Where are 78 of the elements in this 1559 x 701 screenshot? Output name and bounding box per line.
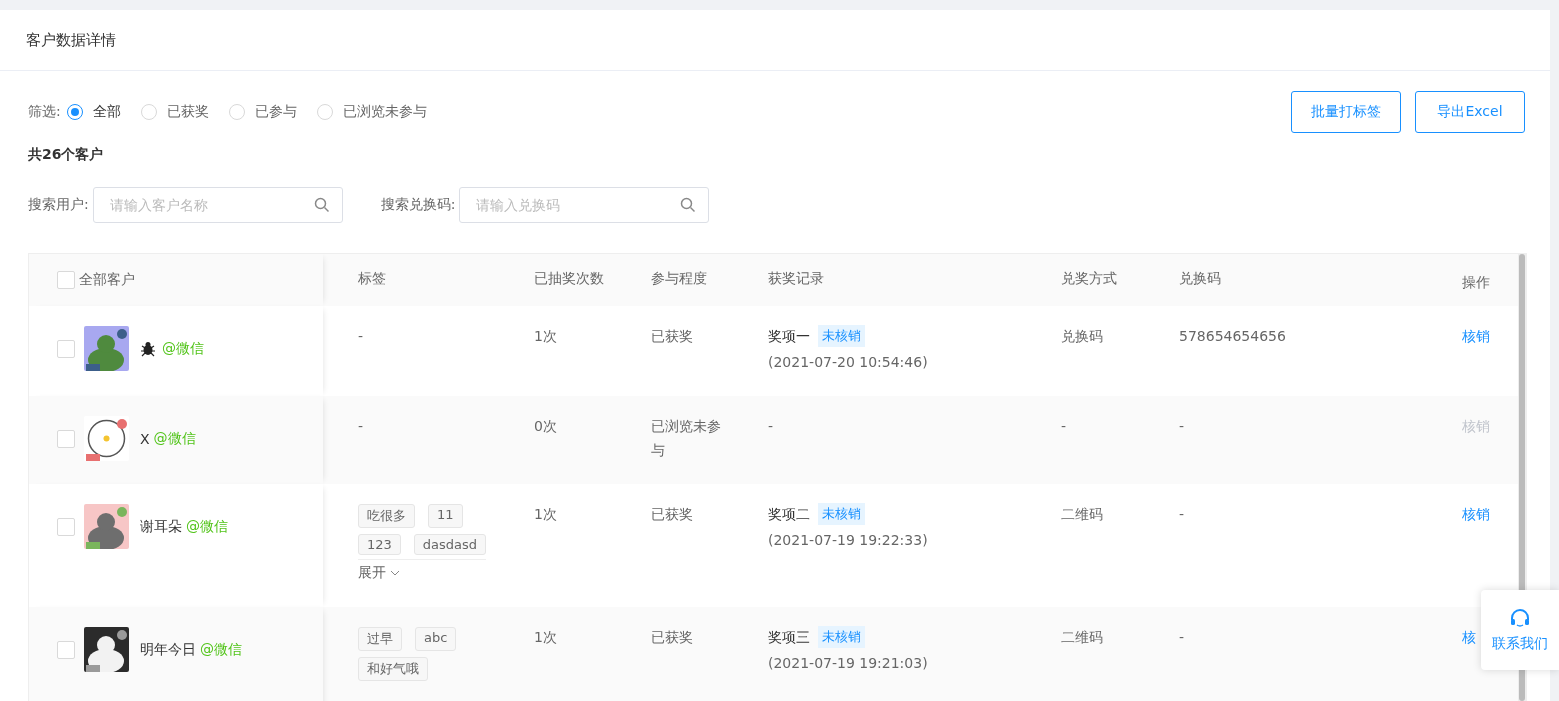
export-button[interactable]: 导出Excel (1415, 90, 1525, 133)
filter-radio[interactable]: 已参与 (228, 102, 297, 121)
table-cell-text: 二维码 (1061, 505, 1104, 524)
bug-icon (140, 341, 156, 357)
column-header: 标签 (358, 270, 386, 286)
checkbox[interactable] (57, 518, 75, 536)
customer-name: 明年今日 (140, 641, 196, 659)
status-tag: 未核销 (818, 626, 865, 648)
filter-radio[interactable]: 已浏览未参与 (316, 102, 427, 121)
table-cell-text: - (358, 327, 365, 346)
search-icon[interactable] (680, 197, 697, 213)
checkbox[interactable] (57, 641, 75, 659)
column-header: 全部客户 (79, 271, 135, 289)
verify-link[interactable]: 核 (1462, 625, 1476, 649)
customer-count: 共26个客户 (28, 146, 105, 164)
table-cell-text: 1次 (534, 327, 558, 346)
tag: 吃很多 (358, 504, 415, 528)
column-header: 兑奖方式 (1061, 270, 1117, 286)
search-label: 搜索用户: (28, 196, 89, 214)
contact-label: 联系我们 (1492, 635, 1548, 653)
tag: 和好气哦 (358, 657, 428, 681)
checkbox[interactable] (57, 430, 75, 448)
page-title: 客户数据详情 (0, 10, 1550, 71)
filter-radio[interactable]: 全部 (66, 102, 121, 121)
tag: dasdasd (413, 534, 487, 555)
search-label: 搜索兑换码: (380, 196, 456, 214)
column-header: 已抽奖次数 (534, 270, 604, 286)
filter-radio[interactable]: 已获奖 (140, 102, 209, 121)
status-tag: 未核销 (818, 325, 865, 347)
chevron-down-icon (390, 570, 400, 576)
prize-time: (2021-07-20 10:54:46) (768, 353, 929, 372)
table-cell-text: - (1179, 417, 1186, 436)
channel-label: @微信 (200, 641, 242, 659)
table-cell-text: 0次 (534, 417, 558, 436)
search-field[interactable]: 请输入兑换码 (459, 187, 710, 223)
prize-name: 奖项一 (768, 327, 810, 346)
column-header: 参与程度 (651, 270, 707, 286)
verify-link[interactable]: 核销 (1462, 324, 1490, 348)
table-cell-text: 已获奖 (651, 327, 694, 346)
search-icon[interactable] (313, 197, 330, 213)
table-cell-text: - (1179, 505, 1186, 524)
table-cell-text: 已浏览未参与 (651, 417, 722, 460)
table-cell-text: 兑换码 (1061, 327, 1104, 346)
prize-time: (2021-07-19 19:21:03) (768, 654, 929, 673)
customer-name: 谢耳朵 (140, 518, 182, 536)
verify-link[interactable]: 核销 (1462, 502, 1490, 526)
filter-label: 筛选: (28, 102, 61, 121)
table-cell-text: 已获奖 (651, 628, 694, 647)
checkbox[interactable] (57, 340, 75, 358)
table-cell-text: 578654654656 (1179, 327, 1287, 346)
tag: 11 (428, 504, 463, 528)
prize-name: 奖项二 (768, 505, 810, 524)
contact-widget[interactable]: 联系我们 (1481, 590, 1559, 670)
column-header: 兑换码 (1179, 270, 1221, 286)
column-header: 获奖记录 (768, 270, 824, 286)
expand-link[interactable]: 展开 (358, 559, 486, 582)
table-cell-text: - (358, 417, 365, 436)
prize-name: 奖项三 (768, 628, 810, 647)
channel-label: @微信 (153, 430, 196, 448)
tag: 123 (358, 534, 401, 555)
column-header: 操作 (1462, 273, 1490, 292)
status-tag: 未核销 (818, 503, 865, 525)
table-cell-text: - (1179, 628, 1186, 647)
table-cell-text: 1次 (534, 628, 558, 647)
table-cell-text: - (768, 417, 775, 436)
table-cell-text: 1次 (534, 505, 558, 524)
channel-label: @微信 (186, 518, 228, 536)
prize-time: (2021-07-19 19:22:33) (768, 531, 929, 550)
table-cell-text: 二维码 (1061, 628, 1104, 647)
search-field[interactable]: 请输入客户名称 (92, 187, 343, 223)
checkbox[interactable] (57, 271, 75, 289)
tag: abc (415, 627, 457, 651)
table-cell-text: 已获奖 (651, 505, 694, 524)
table-cell-text: - (1061, 417, 1068, 436)
tag: 过早 (358, 627, 402, 651)
customer-name: X (140, 431, 150, 447)
channel-label: @微信 (162, 340, 204, 358)
batch-tag-button[interactable]: 批量打标签 (1291, 90, 1401, 133)
